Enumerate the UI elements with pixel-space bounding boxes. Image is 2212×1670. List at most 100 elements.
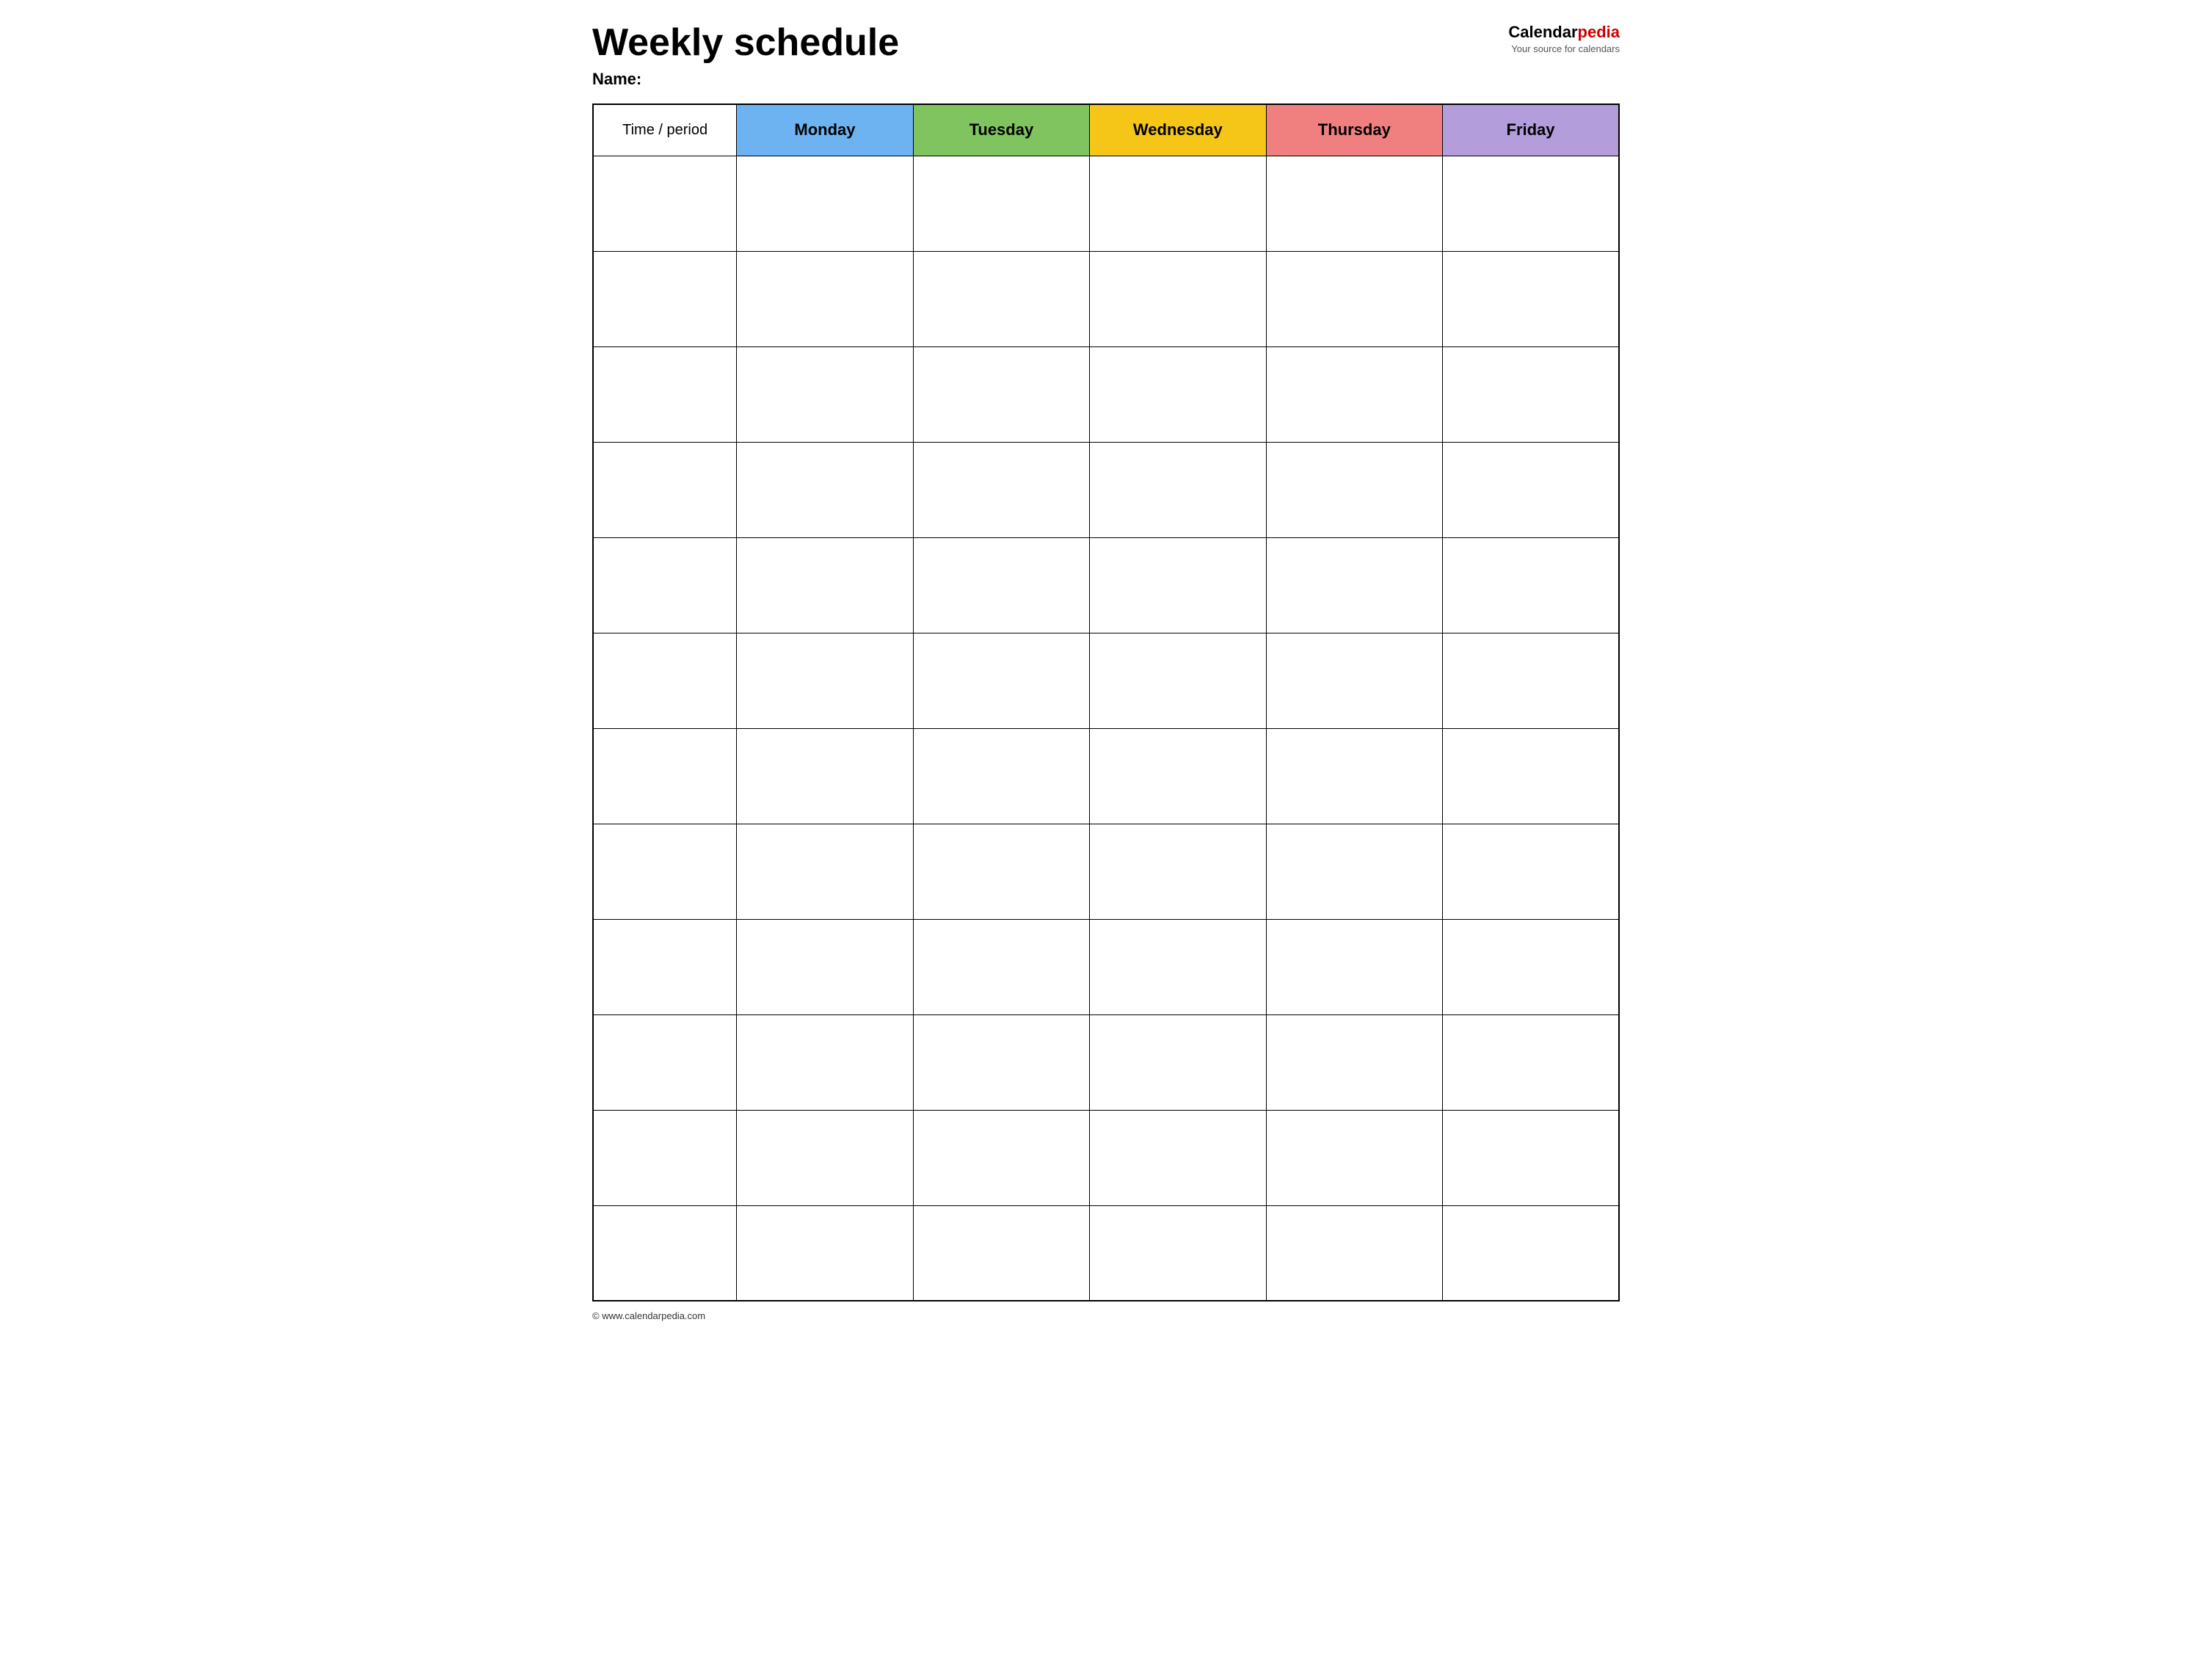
schedule-cell[interactable] (1090, 1205, 1266, 1301)
schedule-cell[interactable] (1090, 728, 1266, 824)
table-row[interactable] (593, 537, 1619, 633)
time-cell[interactable] (593, 346, 737, 442)
schedule-cell[interactable] (913, 1110, 1089, 1205)
schedule-cell[interactable] (1266, 919, 1442, 1014)
schedule-cell[interactable] (737, 1205, 913, 1301)
schedule-cell[interactable] (737, 1110, 913, 1205)
schedule-cell[interactable] (913, 346, 1089, 442)
schedule-cell[interactable] (1266, 728, 1442, 824)
schedule-cell[interactable] (1443, 251, 1619, 346)
schedule-cell[interactable] (1443, 442, 1619, 537)
table-row[interactable] (593, 1014, 1619, 1110)
schedule-cell[interactable] (1090, 346, 1266, 442)
table-row[interactable] (593, 1205, 1619, 1301)
schedule-cell[interactable] (913, 919, 1089, 1014)
time-cell[interactable] (593, 1205, 737, 1301)
schedule-cell[interactable] (1266, 633, 1442, 728)
time-cell[interactable] (593, 919, 737, 1014)
schedule-cell[interactable] (1266, 537, 1442, 633)
table-row[interactable] (593, 824, 1619, 919)
schedule-cell[interactable] (737, 824, 913, 919)
time-cell[interactable] (593, 442, 737, 537)
schedule-cell[interactable] (737, 251, 913, 346)
time-cell[interactable] (593, 1110, 737, 1205)
schedule-cell[interactable] (737, 728, 913, 824)
header-section: Weekly schedule Name: Calendarpedia Your… (592, 22, 1620, 89)
schedule-cell[interactable] (913, 442, 1089, 537)
tuesday-header: Tuesday (913, 104, 1089, 156)
schedule-cell[interactable] (913, 633, 1089, 728)
schedule-cell[interactable] (1443, 1110, 1619, 1205)
schedule-cell[interactable] (1443, 156, 1619, 251)
table-row[interactable] (593, 728, 1619, 824)
time-cell[interactable] (593, 537, 737, 633)
title-area: Weekly schedule Name: (592, 22, 899, 89)
schedule-cell[interactable] (913, 537, 1089, 633)
schedule-cell[interactable] (1443, 728, 1619, 824)
monday-header: Monday (737, 104, 913, 156)
schedule-cell[interactable] (1090, 633, 1266, 728)
table-row[interactable] (593, 1110, 1619, 1205)
schedule-cell[interactable] (737, 442, 913, 537)
schedule-cell[interactable] (737, 1014, 913, 1110)
table-row[interactable] (593, 346, 1619, 442)
schedule-cell[interactable] (737, 537, 913, 633)
table-row[interactable] (593, 633, 1619, 728)
schedule-cell[interactable] (1266, 824, 1442, 919)
name-label: Name: (592, 70, 899, 89)
schedule-cell[interactable] (913, 1014, 1089, 1110)
time-cell[interactable] (593, 633, 737, 728)
schedule-cell[interactable] (1443, 537, 1619, 633)
table-row[interactable] (593, 442, 1619, 537)
schedule-cell[interactable] (1443, 919, 1619, 1014)
schedule-cell[interactable] (1090, 824, 1266, 919)
schedule-cell[interactable] (737, 346, 913, 442)
schedule-cell[interactable] (1266, 1014, 1442, 1110)
thursday-header: Thursday (1266, 104, 1442, 156)
schedule-cell[interactable] (1443, 346, 1619, 442)
friday-header: Friday (1443, 104, 1619, 156)
logo-black-text: Calendar (1508, 23, 1577, 41)
time-cell[interactable] (593, 728, 737, 824)
schedule-cell[interactable] (1266, 251, 1442, 346)
schedule-cell[interactable] (1090, 442, 1266, 537)
schedule-cell[interactable] (913, 824, 1089, 919)
time-cell[interactable] (593, 824, 737, 919)
schedule-cell[interactable] (1090, 919, 1266, 1014)
schedule-cell[interactable] (1266, 156, 1442, 251)
schedule-table: Time / period Monday Tuesday Wednesday T… (592, 104, 1620, 1301)
schedule-cell[interactable] (1266, 1110, 1442, 1205)
logo-text: Calendarpedia (1508, 22, 1620, 43)
schedule-cell[interactable] (1090, 156, 1266, 251)
schedule-cell[interactable] (1090, 537, 1266, 633)
schedule-cell[interactable] (913, 251, 1089, 346)
schedule-cell[interactable] (1266, 442, 1442, 537)
schedule-cell[interactable] (1443, 1205, 1619, 1301)
table-row[interactable] (593, 919, 1619, 1014)
schedule-cell[interactable] (913, 1205, 1089, 1301)
table-row[interactable] (593, 156, 1619, 251)
schedule-cell[interactable] (1443, 633, 1619, 728)
schedule-cell[interactable] (1266, 1205, 1442, 1301)
time-cell[interactable] (593, 1014, 737, 1110)
schedule-cell[interactable] (737, 919, 913, 1014)
schedule-cell[interactable] (1090, 1014, 1266, 1110)
schedule-cell[interactable] (1090, 1110, 1266, 1205)
time-cell[interactable] (593, 156, 737, 251)
footer-url: © www.calendarpedia.com (592, 1310, 1620, 1321)
time-cell[interactable] (593, 251, 737, 346)
schedule-cell[interactable] (913, 728, 1089, 824)
schedule-cell[interactable] (913, 156, 1089, 251)
table-header: Time / period Monday Tuesday Wednesday T… (593, 104, 1619, 156)
schedule-cell[interactable] (737, 156, 913, 251)
table-body (593, 156, 1619, 1301)
schedule-cell[interactable] (1266, 346, 1442, 442)
schedule-cell[interactable] (1443, 1014, 1619, 1110)
page-title: Weekly schedule (592, 22, 899, 64)
schedule-cell[interactable] (1443, 824, 1619, 919)
schedule-cell[interactable] (1090, 251, 1266, 346)
schedule-cell[interactable] (737, 633, 913, 728)
logo-tagline: Your source for calendars (1508, 43, 1620, 56)
header-row: Time / period Monday Tuesday Wednesday T… (593, 104, 1619, 156)
table-row[interactable] (593, 251, 1619, 346)
